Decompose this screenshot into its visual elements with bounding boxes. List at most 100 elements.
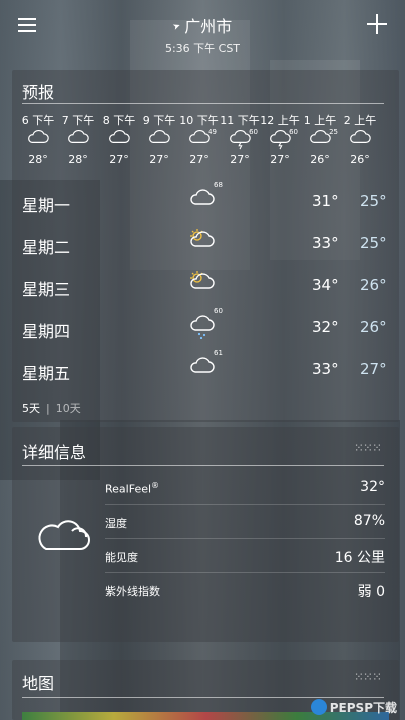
precip-chance: 25	[329, 128, 338, 136]
hour-temp: 28°	[68, 153, 88, 166]
hourly-item[interactable]: 11 下午 60 27°	[220, 112, 260, 166]
detail-realfeel: RealFeel® 32°	[105, 471, 385, 505]
hourly-forecast[interactable]: 6 下午 28° 7 下午 28° 8 下午 27° 9 下午 27° 10 下午 49 27° 11…	[12, 112, 399, 177]
hourly-item[interactable]: 6 下午 28°	[18, 112, 58, 166]
cloud-icon	[139, 128, 179, 150]
cloud-icon: 49	[179, 128, 219, 150]
hour-label: 8 下午	[102, 114, 136, 127]
hour-temp: 28°	[28, 153, 48, 166]
hourly-item[interactable]: 10 下午 49 27°	[179, 112, 219, 166]
hour-temp: 27°	[149, 153, 169, 166]
hour-label: 11 下午	[220, 114, 260, 127]
detail-label: 湿度	[105, 517, 127, 530]
thunder-cloud-icon: 60	[220, 128, 260, 150]
hourly-item[interactable]: 9 下午 27°	[139, 112, 179, 166]
low-temp: 26°	[360, 318, 387, 336]
hour-temp: 27°	[230, 153, 250, 166]
day-name: 星期四	[22, 322, 71, 341]
hour-label: 9 下午	[142, 114, 176, 127]
low-temp: 25°	[360, 192, 387, 210]
precip-chance: 68	[214, 181, 223, 189]
day-name: 星期五	[22, 364, 71, 383]
hourly-item[interactable]: 8 下午 27°	[99, 112, 139, 166]
city-name: 广州市	[184, 17, 233, 36]
forecast-title: 预报	[22, 83, 55, 102]
precip-chance: 60	[214, 307, 223, 315]
daily-row[interactable]: 星期四 60 32° 26°	[12, 307, 399, 345]
forecast-panel: 预报 6 下午 28° 7 下午 28° 8 下午 27° 9 下午 27° 10 下午 49 27…	[12, 70, 399, 422]
day-name: 星期三	[22, 280, 71, 299]
cloud-icon	[340, 128, 380, 150]
low-temp: 26°	[360, 276, 387, 294]
hour-temp: 26°	[310, 153, 330, 166]
tab-10-days[interactable]: 10天	[56, 402, 81, 415]
hour-temp: 27°	[189, 153, 209, 166]
hour-label: 6 下午	[21, 114, 55, 127]
cloud-icon	[187, 355, 217, 379]
hour-label: 12 上午	[260, 114, 300, 127]
detail-value: 87%	[353, 513, 385, 529]
hourly-item[interactable]: 1 上午 25 26°	[300, 112, 340, 166]
top-bar: ➤ 广州市 5:36 下午 CST	[0, 0, 405, 60]
hour-label: 1 上午	[303, 114, 337, 127]
hour-temp: 26°	[350, 153, 370, 166]
detail-humidity: 湿度 87%	[105, 505, 385, 539]
cloud-icon: 25	[300, 128, 340, 150]
hour-label: 10 下午	[179, 114, 219, 127]
rain-dots-icon: ⁙⁙⁙	[353, 670, 382, 684]
hour-temp: 27°	[270, 153, 290, 166]
detail-label: 紫外线指数	[105, 585, 160, 598]
daily-row[interactable]: 星期三 34° 26°	[12, 267, 399, 303]
tab-5-days[interactable]: 5天	[22, 402, 40, 415]
daily-row[interactable]: 星期二 33° 25°	[12, 225, 399, 261]
day-name: 星期二	[22, 238, 71, 257]
detail-label: RealFeel	[105, 482, 152, 496]
low-temp: 27°	[360, 360, 387, 378]
high-temp: 34°	[312, 276, 339, 294]
precip-chance: 61	[214, 349, 223, 357]
precip-chance: 60	[249, 128, 258, 136]
details-title: 详细信息	[22, 443, 87, 462]
high-temp: 33°	[312, 360, 339, 378]
daily-row[interactable]: 星期五 61 33° 27°	[12, 349, 399, 387]
cloud-icon	[58, 128, 98, 150]
rain-cloud-icon	[187, 313, 217, 340]
hour-temp: 27°	[109, 153, 129, 166]
high-temp: 33°	[312, 234, 339, 252]
cloud-icon	[99, 128, 139, 150]
detail-uv-index: 紫外线指数 弱 0	[105, 573, 385, 607]
watermark: PEPSP下载	[310, 699, 397, 716]
detail-visibility: 能见度 16 公里	[105, 539, 385, 573]
hourly-item[interactable]: 7 下午 28°	[58, 112, 98, 166]
add-location-icon[interactable]	[367, 14, 387, 34]
hourly-item[interactable]: 12 上午 60 27°	[260, 112, 300, 166]
local-time: 5:36 下午 CST	[164, 42, 241, 55]
detail-value: 弱 0	[357, 584, 385, 600]
partly-sunny-icon	[187, 271, 217, 295]
watermark-logo-icon	[310, 699, 327, 715]
precip-chance: 49	[208, 128, 217, 136]
partly-sunny-icon	[187, 229, 217, 253]
detail-value: 32°	[360, 479, 385, 495]
location-header[interactable]: ➤ 广州市 5:36 下午 CST	[0, 13, 405, 56]
divider	[22, 697, 384, 698]
location-arrow-icon: ➤	[171, 21, 182, 33]
detail-label: 能见度	[105, 551, 138, 564]
cloud-icon	[18, 128, 58, 150]
daily-row[interactable]: 星期一 68 31° 25°	[12, 181, 399, 219]
thunder-cloud-icon: 60	[260, 128, 300, 150]
high-temp: 32°	[312, 318, 339, 336]
details-panel: 详细信息 ⁙⁙⁙ RealFeel® 32° 湿度 87% 能见度 16 公里 …	[12, 427, 399, 642]
hourly-item[interactable]: 2 上午 26°	[340, 112, 380, 166]
cloud-icon	[38, 520, 90, 550]
registered-mark: ®	[151, 481, 160, 490]
high-temp: 31°	[312, 192, 339, 210]
day-name: 星期一	[22, 196, 71, 215]
hour-label: 2 上午	[343, 114, 377, 127]
map-title: 地图	[22, 674, 55, 693]
low-temp: 25°	[360, 234, 387, 252]
hour-label: 7 下午	[61, 114, 95, 127]
cloud-icon	[187, 187, 217, 211]
range-tabs: 5天 | 10天	[22, 402, 81, 415]
divider	[22, 103, 384, 104]
